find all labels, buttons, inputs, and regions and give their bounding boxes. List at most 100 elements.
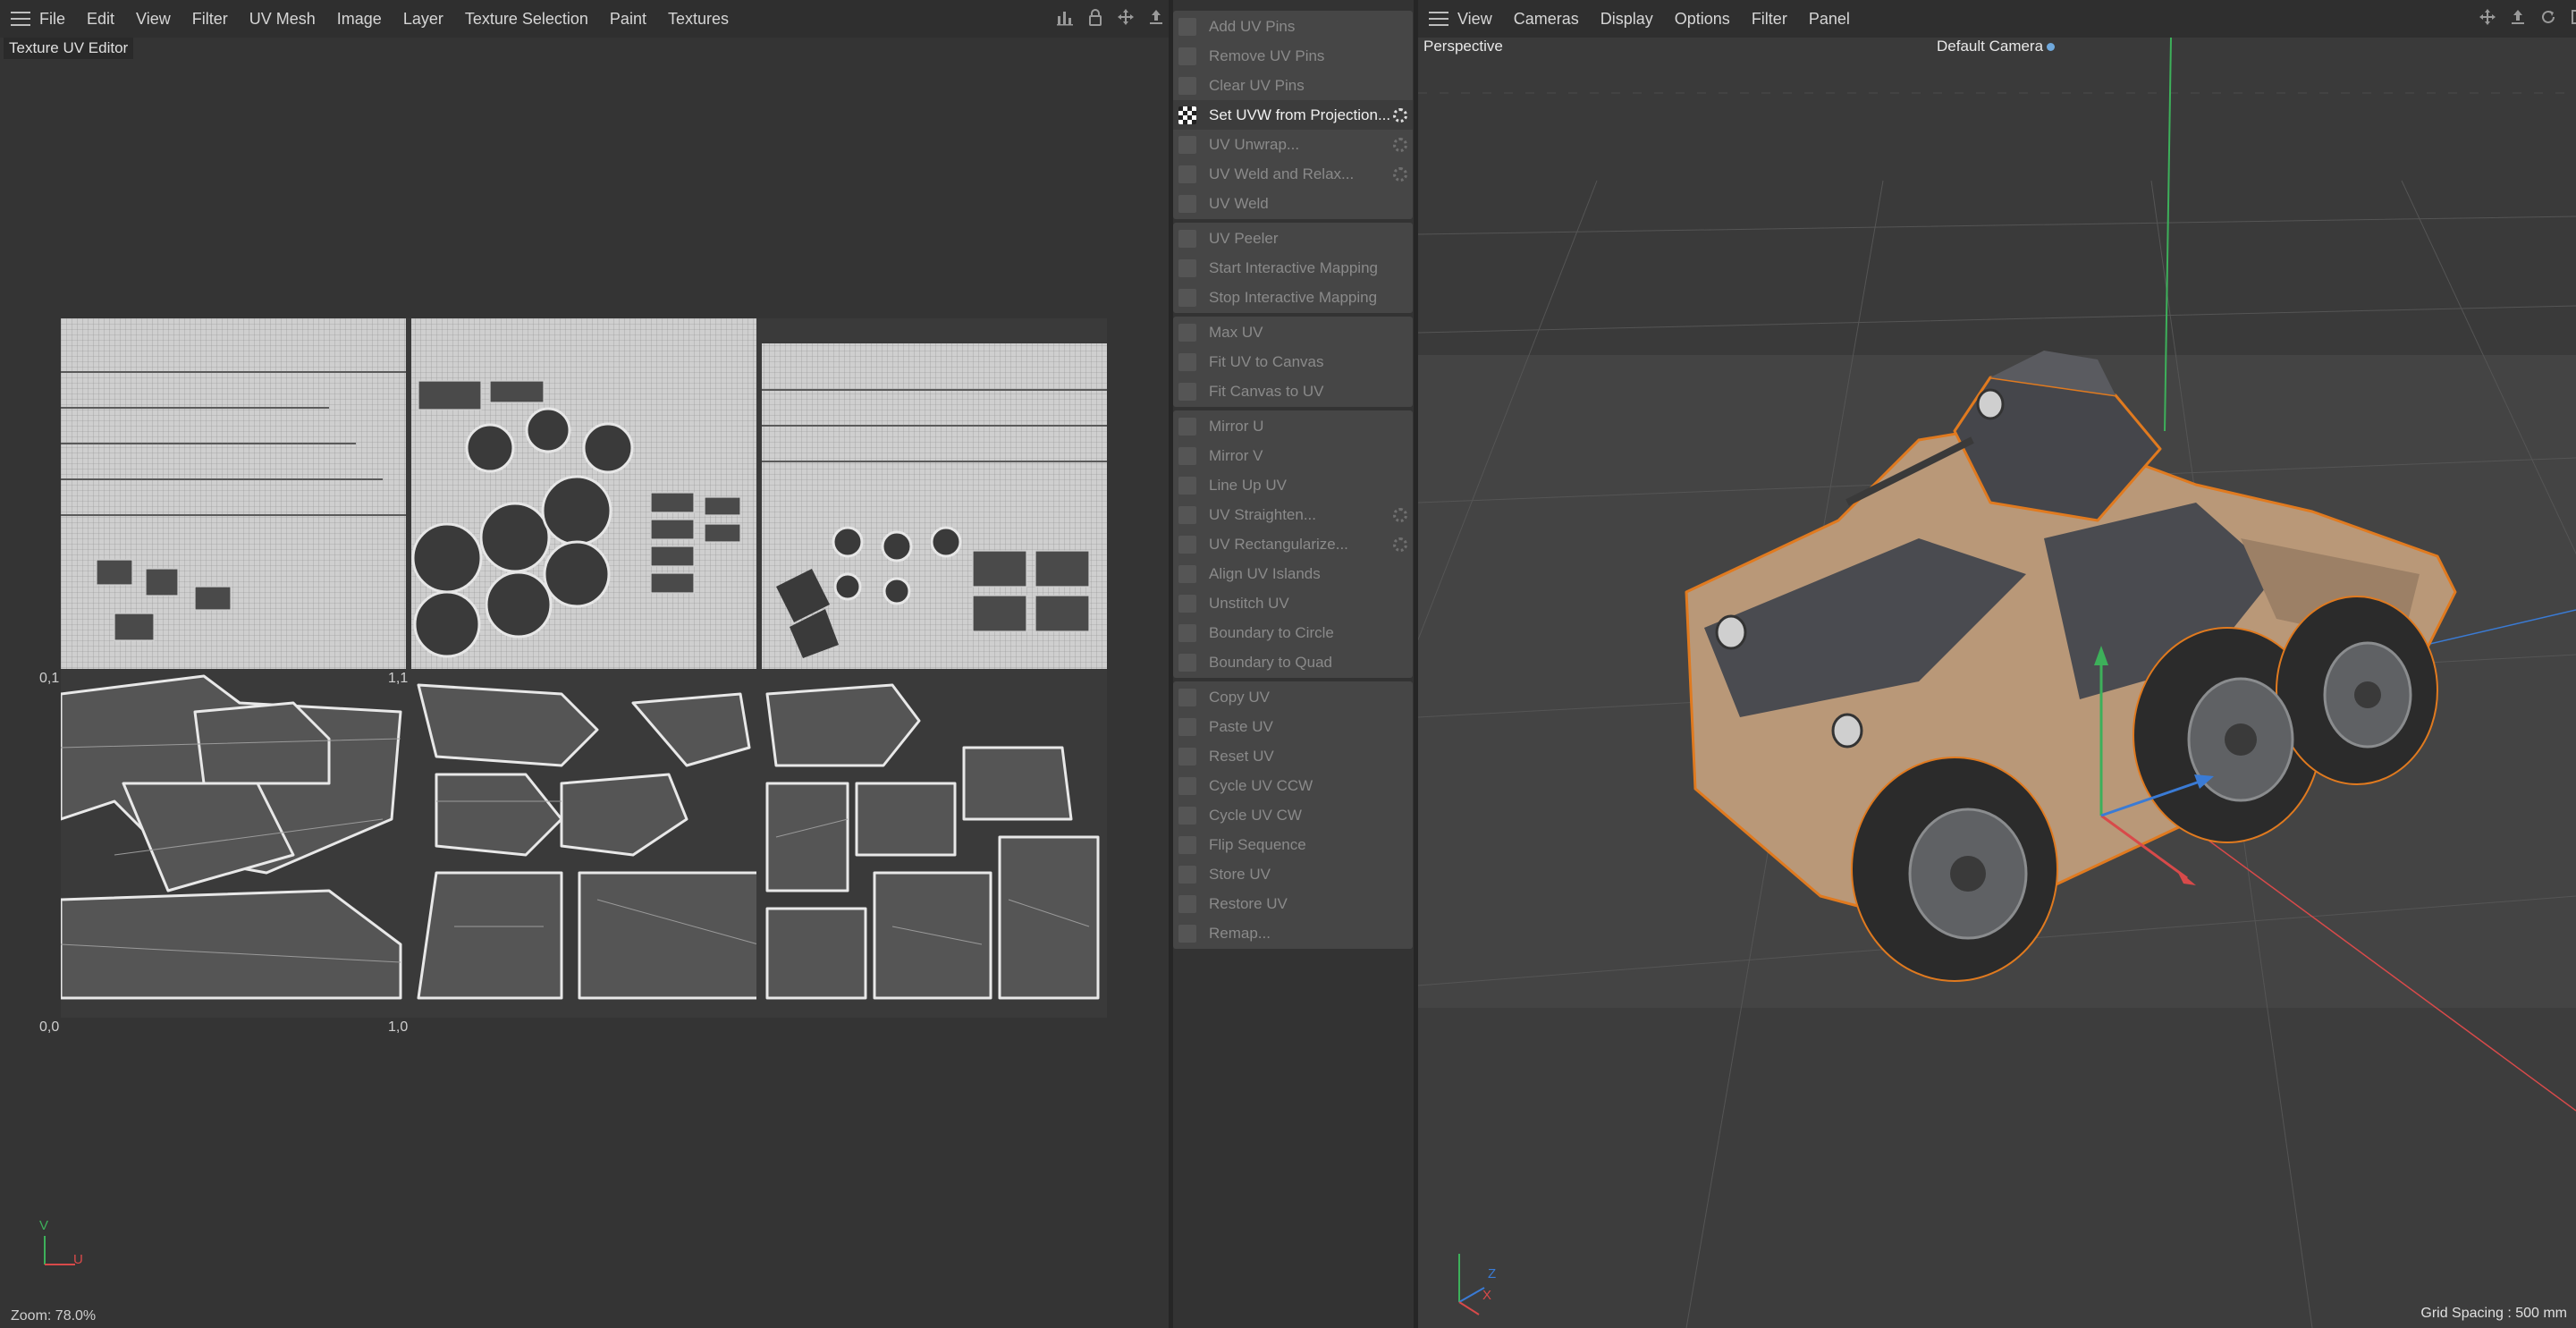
- uv-command-uv-peeler[interactable]: UV Peeler: [1173, 224, 1413, 253]
- menu-cameras[interactable]: Cameras: [1514, 10, 1579, 29]
- uv-command-mirror-v[interactable]: Mirror V: [1173, 441, 1413, 470]
- menu-display[interactable]: Display: [1600, 10, 1653, 29]
- menu-textures[interactable]: Textures: [668, 10, 729, 29]
- uv-command-copy-uv[interactable]: Copy UV: [1173, 682, 1413, 712]
- viewport-camera-label[interactable]: Default Camera: [1937, 38, 2056, 55]
- menu-filter[interactable]: Filter: [192, 10, 228, 29]
- viewport-header-icons: [2478, 7, 2576, 27]
- maximize-icon[interactable]: [2569, 7, 2576, 27]
- uv-command-clear-uv-pins[interactable]: Clear UV Pins: [1173, 71, 1413, 100]
- uv-command-uv-weld-and-relax[interactable]: UV Weld and Relax...: [1173, 159, 1413, 189]
- menu-paint[interactable]: Paint: [610, 10, 646, 29]
- move-icon[interactable]: [2478, 7, 2497, 27]
- uv-command-fit-canvas-to-uv[interactable]: Fit Canvas to UV: [1173, 376, 1413, 406]
- cycle-ccw-icon: [1178, 776, 1196, 795]
- grid-spacing-readout: Grid Spacing : 500 mm: [2420, 1306, 2567, 1321]
- uv-command-remove-uv-pins[interactable]: Remove UV Pins: [1173, 41, 1413, 71]
- upload-icon[interactable]: [2508, 7, 2528, 27]
- uv-command-flip-sequence[interactable]: Flip Sequence: [1173, 830, 1413, 859]
- gear-icon[interactable]: [1393, 537, 1407, 552]
- uv-command-store-uv[interactable]: Store UV: [1173, 859, 1413, 889]
- gear-icon[interactable]: [1393, 137, 1407, 152]
- histogram-icon[interactable]: [1055, 7, 1075, 27]
- uv-islands-layout: [61, 318, 1107, 1018]
- gear-icon[interactable]: [1393, 166, 1407, 182]
- uv-command-fit-uv-to-canvas[interactable]: Fit UV to Canvas: [1173, 347, 1413, 376]
- uv-command-stop-interactive-mapping[interactable]: Stop Interactive Mapping: [1173, 283, 1413, 312]
- menu-filter[interactable]: Filter: [1752, 10, 1787, 29]
- uv-command-label: Remap...: [1209, 924, 1271, 942]
- menu-options[interactable]: Options: [1675, 10, 1730, 29]
- uv-command-group: Mirror U Mirror V Line Up UV UV Straighten.…: [1173, 410, 1413, 678]
- uv-command-label: Boundary to Circle: [1209, 623, 1334, 641]
- menu-panel[interactable]: Panel: [1809, 10, 1850, 29]
- panel-divider[interactable]: [1169, 0, 1173, 1328]
- unwrap-icon: [1178, 135, 1196, 154]
- uv-command-label: UV Peeler: [1209, 229, 1279, 247]
- uv-command-set-uvw-from-projection[interactable]: Set UVW from Projection...: [1173, 100, 1413, 130]
- uv-command-uv-rectangularize[interactable]: UV Rectangularize...: [1173, 529, 1413, 559]
- menu-file[interactable]: File: [39, 10, 65, 29]
- viewport-menubar: View Cameras Display Options Filter Pane…: [1418, 0, 2576, 38]
- uv-command-label: Copy UV: [1209, 688, 1271, 706]
- uv-command-mirror-u[interactable]: Mirror U: [1173, 411, 1413, 441]
- uv-command-label: Cycle UV CW: [1209, 806, 1302, 824]
- uv-editor-header-icons: [1055, 7, 1166, 27]
- uv-command-group: UV Peeler Start Interactive Mapping Stop I…: [1173, 223, 1413, 313]
- uv-command-max-uv[interactable]: Max UV: [1173, 317, 1413, 347]
- uv-command-restore-uv[interactable]: Restore UV: [1173, 889, 1413, 918]
- peeler-icon: [1178, 229, 1196, 248]
- uv-canvas[interactable]: [61, 318, 1107, 1018]
- menu-texture-selection[interactable]: Texture Selection: [465, 10, 588, 29]
- gear-icon[interactable]: [1393, 507, 1407, 522]
- gear-icon[interactable]: [1393, 107, 1407, 123]
- perspective-viewport[interactable]: View Cameras Display Options Filter Pane…: [1418, 0, 2576, 1328]
- align-islands-icon: [1178, 564, 1196, 583]
- menu-uv-mesh[interactable]: UV Mesh: [249, 10, 316, 29]
- uv-command-remap[interactable]: Remap...: [1173, 918, 1413, 948]
- menu-view[interactable]: View: [136, 10, 171, 29]
- weld-relax-icon: [1178, 165, 1196, 183]
- uv-command-label: Fit Canvas to UV: [1209, 382, 1324, 400]
- viewport-menu-icon[interactable]: [1429, 12, 1448, 26]
- menu-view[interactable]: View: [1457, 10, 1492, 29]
- upload-icon[interactable]: [1146, 7, 1166, 27]
- uv-command-uv-straighten[interactable]: UV Straighten...: [1173, 500, 1413, 529]
- uv-command-reset-uv[interactable]: Reset UV: [1173, 741, 1413, 771]
- uv-axis-u-label: U: [73, 1252, 83, 1267]
- panel-divider[interactable]: [1414, 0, 1418, 1328]
- uv-command-uv-unwrap[interactable]: UV Unwrap...: [1173, 130, 1413, 159]
- panel-menu-icon[interactable]: [11, 12, 30, 26]
- menu-image[interactable]: Image: [337, 10, 382, 29]
- cycle-cw-icon: [1178, 806, 1196, 825]
- view-axis-x-label: X: [1482, 1288, 1492, 1303]
- unstitch-icon: [1178, 594, 1196, 613]
- rectangularize-icon: [1178, 535, 1196, 554]
- uv-command-boundary-to-circle[interactable]: Boundary to Circle: [1173, 618, 1413, 647]
- uv-command-label: Mirror U: [1209, 417, 1264, 435]
- uv-command-cycle-uv-ccw[interactable]: Cycle UV CCW: [1173, 771, 1413, 800]
- move-icon[interactable]: [1116, 7, 1136, 27]
- store-icon: [1178, 865, 1196, 884]
- uv-command-start-interactive-mapping[interactable]: Start Interactive Mapping: [1173, 253, 1413, 283]
- uv-command-align-uv-islands[interactable]: Align UV Islands: [1173, 559, 1413, 588]
- uv-command-boundary-to-quad[interactable]: Boundary to Quad: [1173, 647, 1413, 677]
- camera-name: Default Camera: [1937, 38, 2044, 55]
- uv-label-bottom-right: 1,0: [388, 1019, 409, 1035]
- menu-edit[interactable]: Edit: [87, 10, 114, 29]
- uv-command-cycle-uv-cw[interactable]: Cycle UV CW: [1173, 800, 1413, 830]
- uv-command-paste-uv[interactable]: Paste UV: [1173, 712, 1413, 741]
- menu-layer[interactable]: Layer: [403, 10, 443, 29]
- uv-command-uv-weld[interactable]: UV Weld: [1173, 189, 1413, 218]
- uv-command-add-uv-pins[interactable]: Add UV Pins: [1173, 12, 1413, 41]
- uv-editor-menubar: File Edit View Filter UV Mesh Image Laye…: [0, 0, 1169, 38]
- uv-command-label: UV Straighten...: [1209, 505, 1317, 523]
- rotate-icon[interactable]: [2538, 7, 2558, 27]
- uv-command-line-up-uv[interactable]: Line Up UV: [1173, 470, 1413, 500]
- uv-command-unstitch-uv[interactable]: Unstitch UV: [1173, 588, 1413, 618]
- lock-icon[interactable]: [1085, 7, 1105, 27]
- paste-icon: [1178, 717, 1196, 736]
- viewport-projection-label[interactable]: Perspective: [1423, 38, 1503, 55]
- uv-command-label: UV Rectangularize...: [1209, 535, 1348, 553]
- stop-mapping-icon: [1178, 288, 1196, 307]
